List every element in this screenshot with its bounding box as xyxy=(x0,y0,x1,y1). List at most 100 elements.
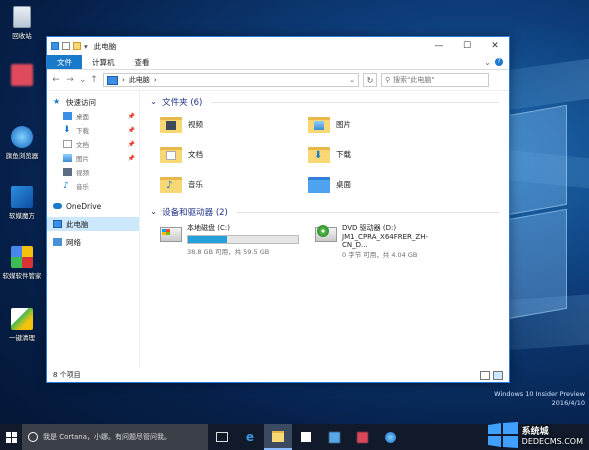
help-icon[interactable]: ? xyxy=(495,58,503,66)
close-button[interactable]: ✕ xyxy=(481,37,509,55)
tab-computer[interactable]: 计算机 xyxy=(82,55,125,69)
tab-file[interactable]: 文件 xyxy=(47,55,82,69)
drive-volume-label: JM1_CPRA_X64FRER_ZH-CN_D... xyxy=(342,233,428,249)
drives-group-label: 设备和驱动器 (2) xyxy=(162,208,228,218)
drive-name: 本地磁盘 (C:) xyxy=(187,224,230,232)
folder-label: 文档 xyxy=(188,149,203,159)
folder-videos[interactable]: 视频 xyxy=(160,109,308,139)
title-bar[interactable]: ▾ 此电脑 — ☐ ✕ xyxy=(47,37,509,55)
nav-item-documents[interactable]: 文档 📌 xyxy=(47,137,139,151)
cortana-search-box[interactable]: 我是 Cortana，小娜。有问题尽管问我。 xyxy=(22,424,208,450)
edge-button[interactable]: e xyxy=(236,424,264,450)
os-build-info: Windows 10 Insider Preview 2016/4/10 xyxy=(494,390,585,408)
desktop-icon-blurred[interactable] xyxy=(2,64,42,88)
file-explorer-button[interactable] xyxy=(264,424,292,450)
app-icon-2 xyxy=(356,431,368,443)
app-button[interactable] xyxy=(320,424,348,450)
explorer-window[interactable]: ▾ 此电脑 — ☐ ✕ 文件 计算机 查看 ⌄ ? ← → ⌄ ↑ › 此电脑 … xyxy=(46,36,510,383)
recent-locations-icon[interactable]: ⌄ xyxy=(79,75,87,85)
back-arrow-icon[interactable]: ← xyxy=(51,75,61,85)
picture-icon xyxy=(63,154,72,162)
documents-folder-icon xyxy=(160,145,182,163)
drives-group-header[interactable]: ⌄ 设备和驱动器 (2) xyxy=(150,205,499,219)
folders-group-header[interactable]: ⌄ 文件夹 (6) xyxy=(150,95,499,109)
drive-usage-fill xyxy=(188,236,227,243)
search-placeholder: 搜索"此电脑" xyxy=(393,76,435,84)
desktop-icon-software-manager[interactable]: 软媒软件管家 xyxy=(2,246,42,280)
folders-group-label: 文件夹 (6) xyxy=(162,98,203,108)
app-icon xyxy=(328,431,340,443)
nav-item-music[interactable]: ♪ 音乐 xyxy=(47,179,139,193)
nav-item-quick-access[interactable]: ★ 快速访问 xyxy=(47,95,139,109)
task-view-button[interactable] xyxy=(208,424,236,450)
nav-item-onedrive[interactable]: OneDrive xyxy=(47,199,139,213)
item-count: 8 个项目 xyxy=(53,371,81,379)
desktop-icon-browser[interactable]: 旗鱼浏览器 xyxy=(2,126,42,160)
folder-label: 下载 xyxy=(336,149,351,159)
browser-icon xyxy=(384,431,396,443)
folder-label: 音乐 xyxy=(188,179,203,189)
nav-item-videos[interactable]: 视频 xyxy=(47,165,139,179)
start-button[interactable] xyxy=(0,424,22,450)
store-button[interactable] xyxy=(292,424,320,450)
nav-item-downloads[interactable]: ⬇ 下载 📌 xyxy=(47,123,139,137)
cleanup-icon xyxy=(11,308,33,330)
large-icons-view-icon[interactable] xyxy=(493,370,503,380)
video-icon xyxy=(63,168,72,176)
folder-desktop[interactable]: 桌面 xyxy=(308,169,456,199)
music-folder-icon: ♪ xyxy=(160,175,182,193)
window-body: ★ 快速访问 桌面 📌 ⬇ 下载 📌 文档 📌 图片 📌 视频 ♪ 音乐 One… xyxy=(47,91,509,368)
address-location[interactable]: 此电脑 xyxy=(129,75,150,85)
minimize-button[interactable]: — xyxy=(425,37,453,55)
search-box[interactable]: ⚲ 搜索"此电脑" xyxy=(381,73,489,87)
document-icon xyxy=(63,140,72,148)
rubik-cube-icon xyxy=(11,186,33,208)
navigation-pane: ★ 快速访问 桌面 📌 ⬇ 下载 📌 文档 📌 图片 📌 视频 ♪ 音乐 One… xyxy=(47,91,140,368)
desktop-icon-label: 软媒魔方 xyxy=(9,212,35,220)
details-view-icon[interactable] xyxy=(480,370,490,380)
forward-arrow-icon[interactable]: → xyxy=(65,75,75,85)
tab-view[interactable]: 查看 xyxy=(125,55,160,69)
nav-item-label: 此电脑 xyxy=(66,219,89,229)
drive-c[interactable]: 本地磁盘 (C:) 38.8 GB 可用，共 59.5 GB xyxy=(160,223,299,259)
group-divider xyxy=(211,101,499,103)
customize-qa-icon[interactable]: ▾ xyxy=(84,42,88,51)
properties-icon[interactable] xyxy=(62,42,70,50)
nav-item-network[interactable]: 网络 xyxy=(47,235,139,249)
address-separator: › xyxy=(153,76,157,84)
nav-item-pictures[interactable]: 图片 📌 xyxy=(47,151,139,165)
new-folder-icon[interactable] xyxy=(73,42,81,50)
desktop-icon xyxy=(63,112,72,120)
folder-documents[interactable]: 文档 xyxy=(160,139,308,169)
maximize-button[interactable]: ☐ xyxy=(453,37,481,55)
store-icon xyxy=(301,432,311,442)
desktop-icon-rubik[interactable]: 软媒魔方 xyxy=(2,186,42,220)
refresh-button[interactable]: ↻ xyxy=(363,73,377,87)
drive-d[interactable]: DVD 驱动器 (D:) JM1_CPRA_X64FRER_ZH-CN_D...… xyxy=(315,223,450,259)
fish-browser-icon xyxy=(11,126,33,148)
address-bar[interactable]: › 此电脑 › ⌄ xyxy=(103,73,359,87)
download-icon: ⬇ xyxy=(63,125,71,135)
app-button-2[interactable] xyxy=(348,424,376,450)
pin-icon: 📌 xyxy=(127,126,135,134)
watermark-title: 系统城 xyxy=(521,427,549,437)
chevron-down-icon[interactable]: ⌄ xyxy=(484,58,491,67)
desktop-icon-cleanup[interactable]: 一键清理 xyxy=(2,308,42,342)
network-icon xyxy=(53,238,62,246)
folder-downloads[interactable]: ⬇ 下载 xyxy=(308,139,456,169)
folder-pictures[interactable]: 图片 xyxy=(308,109,456,139)
address-row: ← → ⌄ ↑ › 此电脑 › ⌄ ↻ ⚲ 搜索"此电脑" xyxy=(47,70,509,91)
status-bar: 8 个项目 xyxy=(47,368,509,382)
desktop-icon-recycle-bin[interactable]: 回收站 xyxy=(2,6,42,40)
nav-item-label: 视频 xyxy=(76,169,89,177)
edge-icon: e xyxy=(245,430,255,444)
nav-item-label: 图片 xyxy=(76,155,89,163)
browser-button[interactable] xyxy=(376,424,404,450)
up-arrow-icon[interactable]: ↑ xyxy=(89,75,99,85)
folder-music[interactable]: ♪ 音乐 xyxy=(160,169,308,199)
star-icon: ★ xyxy=(53,97,61,106)
nav-item-desktop[interactable]: 桌面 📌 xyxy=(47,109,139,123)
nav-item-this-pc[interactable]: 此电脑 xyxy=(47,217,139,231)
hard-drive-icon xyxy=(160,223,182,243)
chevron-down-icon[interactable]: ⌄ xyxy=(349,76,355,84)
